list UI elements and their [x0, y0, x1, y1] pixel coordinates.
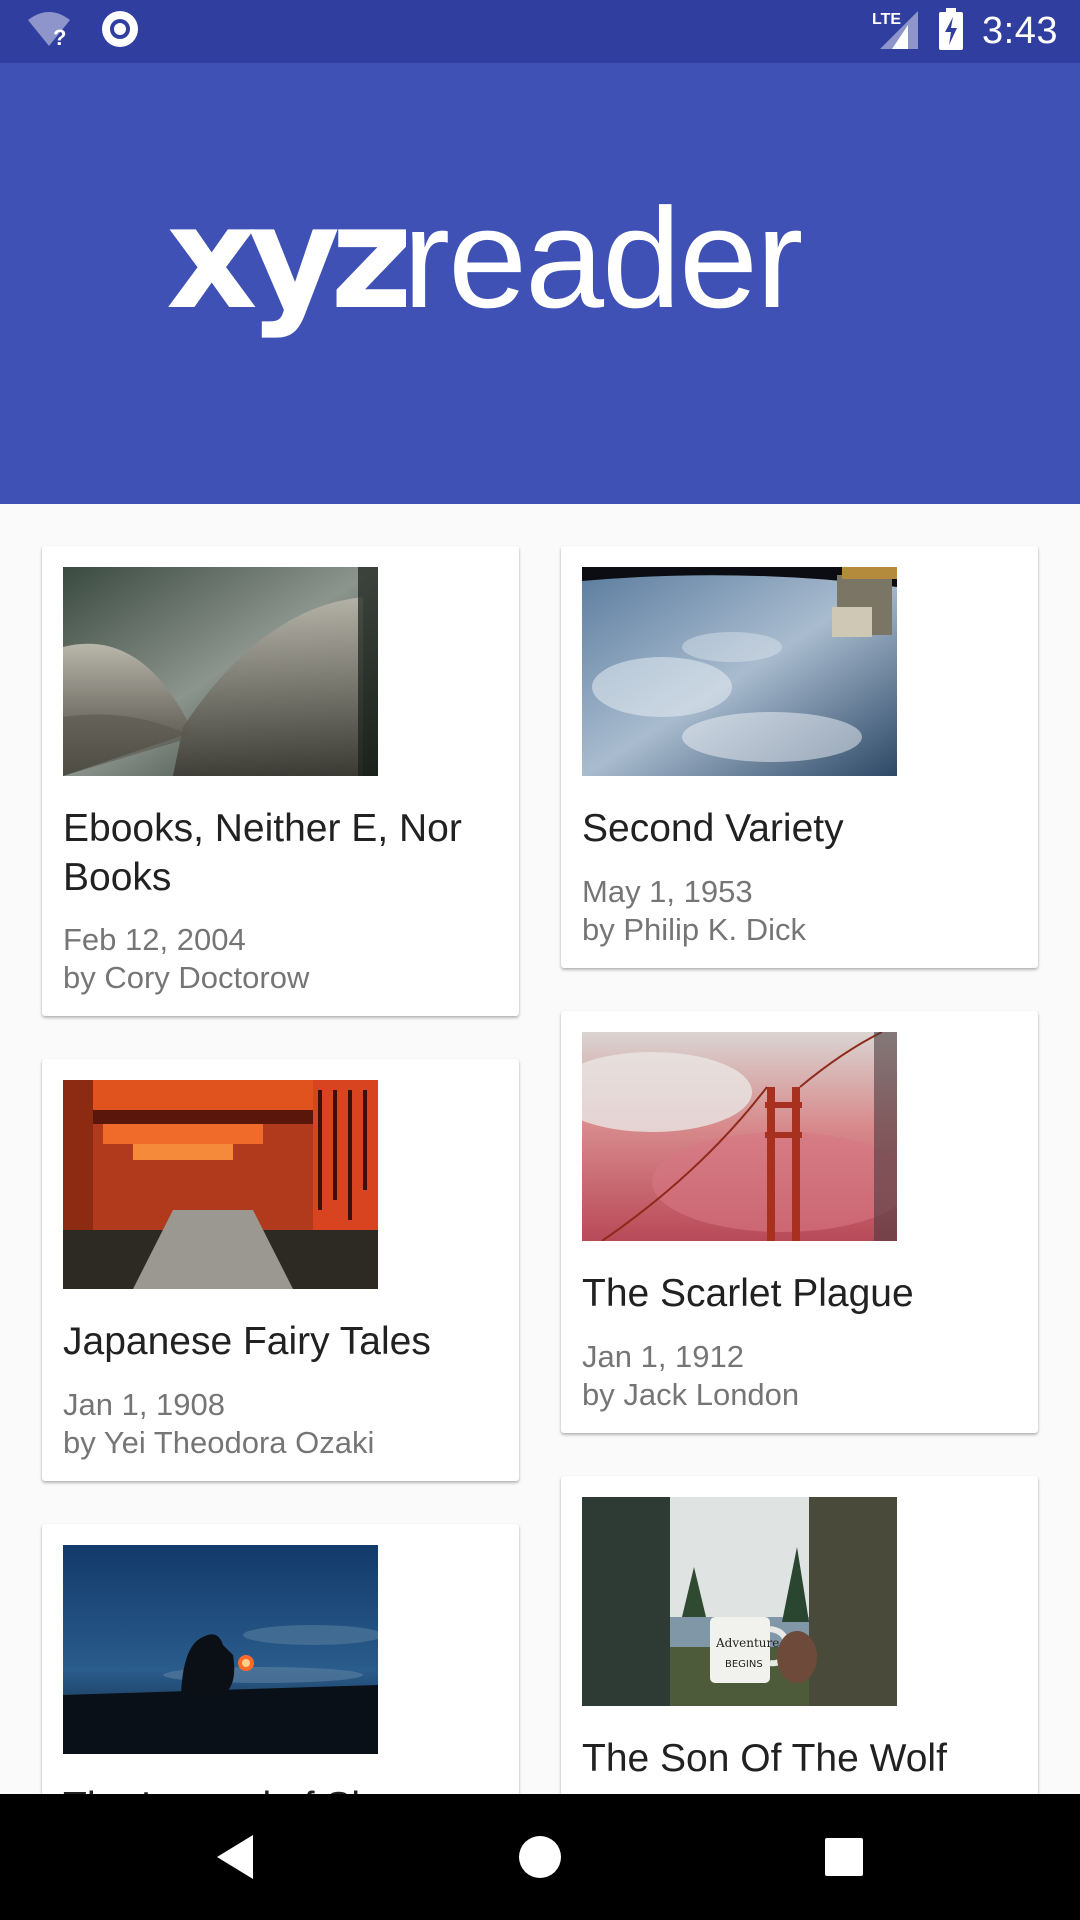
article-card[interactable]: Japanese Fairy Tales Jan 1, 1908 by Yei … [42, 1059, 519, 1481]
article-byline: by Yei Theodora Ozaki [63, 1425, 375, 1460]
lantern-at-dusk-image [63, 1545, 378, 1754]
status-right-icons: LTE 3:43 [872, 8, 1058, 55]
article-title: The Son Of The Wolf [582, 1737, 947, 1780]
back-button[interactable] [175, 1794, 295, 1920]
logo-reader-text: reader [402, 179, 803, 338]
svg-text:BEGINS: BEGINS [725, 1659, 763, 1670]
status-left-icons: ? [26, 10, 140, 53]
earth-from-space-image [582, 567, 897, 776]
article-title: Ebooks, Neither E, Nor Books [63, 807, 462, 899]
lte-label: LTE [872, 11, 901, 28]
app-logo: xyzreader [166, 188, 803, 330]
article-card[interactable]: The Legend of Sleepy Hollow [42, 1524, 519, 1794]
svg-text:?: ? [53, 25, 66, 48]
article-title: The Legend of Sleepy Hollow [63, 1782, 503, 1794]
navigation-bar [0, 1794, 1080, 1920]
status-bar: ? LTE 3:43 [0, 0, 1080, 63]
article-byline: by Cory Doctorow [63, 960, 310, 995]
sync-icon [100, 9, 140, 54]
recents-button[interactable] [784, 1794, 904, 1920]
article-title: Japanese Fairy Tales [63, 1320, 431, 1363]
bridge-in-red-fog-image [582, 1032, 897, 1241]
article-date: Feb 12, 2004 [63, 922, 246, 957]
opera-house-roof-image [63, 567, 378, 776]
home-icon [519, 1836, 561, 1878]
torii-gates-image [63, 1080, 378, 1289]
article-card[interactable]: The Scarlet Plague Jan 1, 1912 by Jack L… [561, 1011, 1038, 1433]
app-bar: xyzreader [0, 63, 1080, 504]
svg-text:Adventure: Adventure [715, 1636, 779, 1650]
lte-signal-icon: LTE [872, 7, 920, 56]
adventure-mug-image: Adventure BEGINS [582, 1497, 897, 1706]
article-byline: by Philip K. Dick [582, 912, 806, 947]
status-clock: 3:43 [982, 10, 1058, 52]
wifi-unknown-icon: ? [26, 10, 72, 53]
article-date: May 1, 1953 [582, 874, 753, 909]
battery-charging-icon [938, 8, 964, 55]
back-icon [217, 1835, 253, 1879]
article-card[interactable]: Ebooks, Neither E, Nor Books Feb 12, 200… [42, 546, 519, 1016]
recents-icon [825, 1838, 863, 1876]
home-button[interactable] [480, 1794, 600, 1920]
article-title: The Scarlet Plague [582, 1272, 914, 1315]
article-card[interactable]: Second Variety May 1, 1953 by Philip K. … [561, 546, 1038, 968]
logo-xyz-text: xyz [166, 176, 413, 341]
article-date: Jan 1, 1908 [63, 1387, 226, 1422]
article-title: Second Variety [582, 807, 844, 850]
article-list[interactable]: Ebooks, Neither E, Nor Books Feb 12, 200… [0, 504, 1080, 1794]
article-byline: by Jack London [582, 1377, 800, 1412]
article-card[interactable]: Adventure BEGINS The Son Of The Wolf [561, 1476, 1038, 1794]
article-date: Jan 1, 1912 [582, 1339, 745, 1374]
